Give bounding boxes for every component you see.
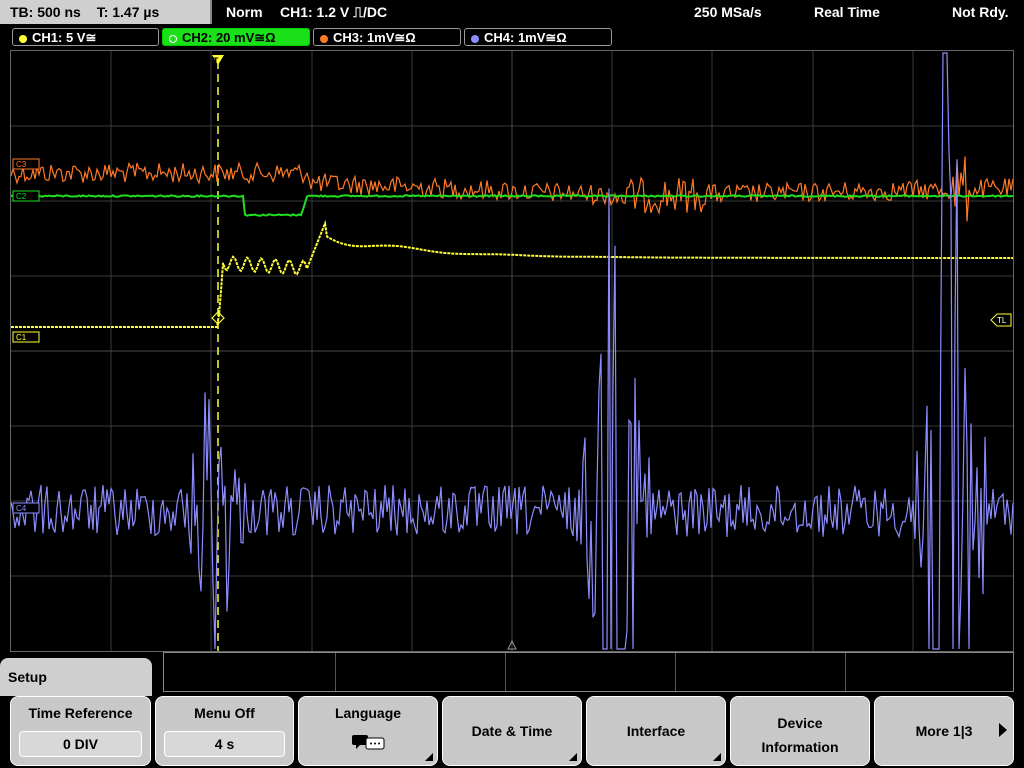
graticule [11, 51, 1013, 651]
submenu-corner-icon [713, 753, 721, 761]
channel-tab-ch1[interactable]: CH1: 5 V≅ [12, 28, 159, 46]
trigger-position-label: T [213, 56, 219, 66]
time-reference-label: Time Reference [28, 705, 133, 721]
acquisition-state: Not Rdy. [952, 4, 1009, 20]
ch2-marker[interactable]: C2 [12, 190, 40, 202]
device-info-label-line1: Device [777, 715, 823, 731]
menu-off-label: Menu Off [194, 705, 255, 721]
ch1-color-icon [19, 34, 27, 43]
ch1-marker-label: C1 [16, 333, 27, 342]
menu-off-value: 4 s [164, 731, 285, 757]
date-time-softkey[interactable]: Date & Time [442, 696, 582, 766]
ch3-color-icon [320, 34, 328, 43]
channel-tab-ch4[interactable]: CH4: 1mV≅Ω [464, 28, 612, 46]
ch4-marker-label: C4 [16, 504, 27, 513]
more-label: More 1|3 [915, 723, 973, 739]
trigger-info[interactable]: CH1: 1.2 V ⎍/DC [280, 0, 387, 24]
timebase-box[interactable]: TB: 500 ns T: 1.47 µs [0, 0, 212, 24]
language-label: Language [334, 705, 402, 721]
device-information-softkey[interactable]: Device Information [730, 696, 870, 766]
interface-label: Interface [626, 723, 686, 739]
language-softkey[interactable]: Language [298, 696, 438, 766]
acquisition-mode: Real Time [814, 4, 880, 20]
ch1-marker[interactable]: C1 [12, 331, 40, 343]
more-softkey[interactable]: More 1|3 [874, 696, 1014, 766]
date-time-label: Date & Time [471, 723, 553, 739]
ch2-marker-label: C2 [16, 192, 27, 201]
ch4-marker[interactable]: C4 [12, 502, 40, 514]
trigger-level-label: TL [997, 316, 1007, 325]
arrow-right-icon [999, 723, 1007, 737]
ch4-color-icon [471, 34, 479, 43]
ch3-label: CH3: 1mV≅Ω [333, 30, 416, 45]
channel-tab-ch2[interactable]: CH2: 20 mV≅Ω [162, 28, 310, 46]
ch3-marker[interactable]: C3 [12, 158, 40, 170]
ch2-color-icon [169, 34, 177, 43]
submenu-corner-icon [569, 753, 577, 761]
speech-bubbles-icon [299, 733, 437, 758]
submenu-corner-icon [425, 753, 433, 761]
trigger-mode[interactable]: Norm [226, 0, 263, 24]
time-reference-softkey[interactable]: Time Reference 0 DIV [10, 696, 151, 766]
menu-off-softkey[interactable]: Menu Off 4 s [155, 696, 294, 766]
ch3-marker-label: C3 [16, 160, 27, 169]
waveform-display[interactable]: T C3 C2 C1 C4 TL [10, 50, 1014, 652]
info-strip [163, 652, 1014, 692]
sample-rate: 250 MSa/s [694, 4, 762, 20]
trigger-time-readout: T: 1.47 µs [96, 4, 160, 20]
channel-tab-ch3[interactable]: CH3: 1mV≅Ω [313, 28, 461, 46]
trigger-level-marker[interactable]: TL [990, 313, 1012, 327]
time-reference-value: 0 DIV [19, 731, 142, 757]
ch2-label: CH2: 20 mV≅Ω [182, 30, 276, 45]
menu-title-setup: Setup [0, 658, 152, 696]
interface-softkey[interactable]: Interface [586, 696, 726, 766]
status-bar: TB: 500 ns T: 1.47 µs Norm CH1: 1.2 V ⎍/… [0, 0, 1024, 26]
ch4-label: CH4: 1mV≅Ω [484, 30, 567, 45]
ch1-label: CH1: 5 V≅ [32, 30, 97, 45]
device-info-label-line2: Information [761, 739, 839, 755]
timebase-readout: TB: 500 ns [10, 4, 81, 20]
setup-label: Setup [8, 669, 47, 685]
